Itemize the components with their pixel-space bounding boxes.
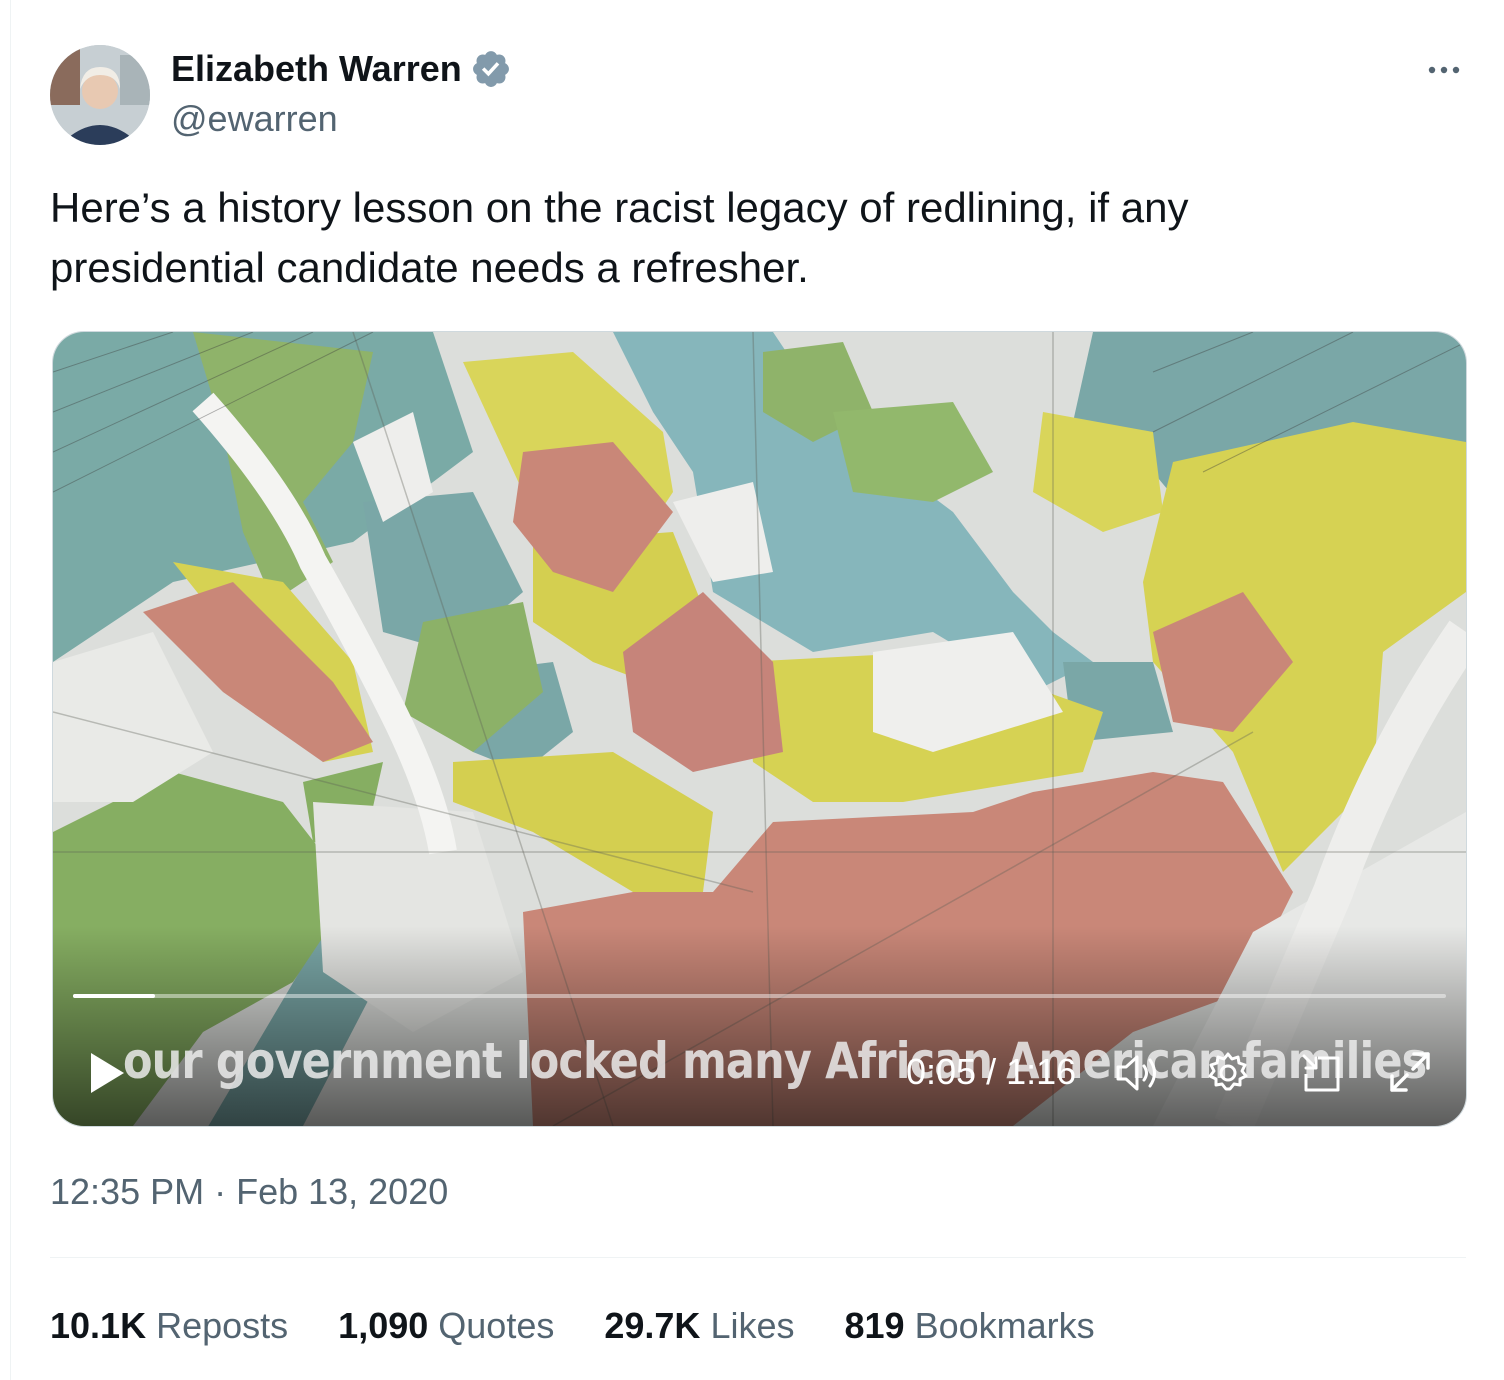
- reposts-label: Reposts: [156, 1305, 289, 1346]
- bookmarks-stat[interactable]: 819 Bookmarks: [845, 1302, 1095, 1350]
- likes-label: Likes: [710, 1305, 795, 1346]
- author-name-row: Elizabeth Warren: [171, 46, 512, 92]
- video-player[interactable]: our government locked many African Ameri…: [52, 331, 1467, 1127]
- author-handle[interactable]: @ewarren: [171, 96, 338, 142]
- author-name[interactable]: Elizabeth Warren: [171, 46, 462, 92]
- video-progress-bar[interactable]: [73, 994, 1446, 998]
- more-icon[interactable]: [1424, 50, 1464, 90]
- likes-stat[interactable]: 29.7K Likes: [604, 1302, 794, 1350]
- volume-icon[interactable]: [1113, 1050, 1163, 1096]
- tweet-text: Here’s a history lesson on the racist le…: [50, 178, 1430, 298]
- quotes-stat[interactable]: 1,090 Quotes: [338, 1302, 554, 1350]
- timeline-border: [10, 0, 11, 1380]
- play-icon[interactable]: [87, 1050, 127, 1096]
- avatar[interactable]: [50, 45, 150, 145]
- verified-icon: [472, 51, 509, 87]
- video-controls-shade: [53, 926, 1466, 1126]
- reposts-stat[interactable]: 10.1K Reposts: [50, 1302, 288, 1350]
- video-time: 0:05 / 1:16: [906, 1051, 1077, 1092]
- settings-icon[interactable]: [1205, 1050, 1251, 1096]
- tweet-text-line: Here’s a history lesson on the racist le…: [50, 184, 1189, 231]
- video-progress-fill: [73, 994, 156, 998]
- tweet-timestamp[interactable]: 12:35 PM · Feb 13, 2020: [50, 1168, 448, 1216]
- pip-icon[interactable]: [1298, 1050, 1344, 1096]
- quotes-count: 1,090: [338, 1305, 429, 1346]
- engagement-stats: 10.1K Reposts 1,090 Quotes 29.7K Likes 8…: [50, 1302, 1145, 1350]
- likes-count: 29.7K: [604, 1305, 701, 1346]
- quotes-label: Quotes: [438, 1305, 555, 1346]
- divider: [50, 1257, 1466, 1258]
- reposts-count: 10.1K: [50, 1305, 147, 1346]
- fullscreen-icon[interactable]: [1386, 1048, 1434, 1096]
- bookmarks-count: 819: [844, 1305, 905, 1346]
- bookmarks-label: Bookmarks: [914, 1305, 1095, 1346]
- tweet-text-line: presidential candidate needs a refresher…: [50, 244, 809, 291]
- avatar-photo: [50, 45, 150, 145]
